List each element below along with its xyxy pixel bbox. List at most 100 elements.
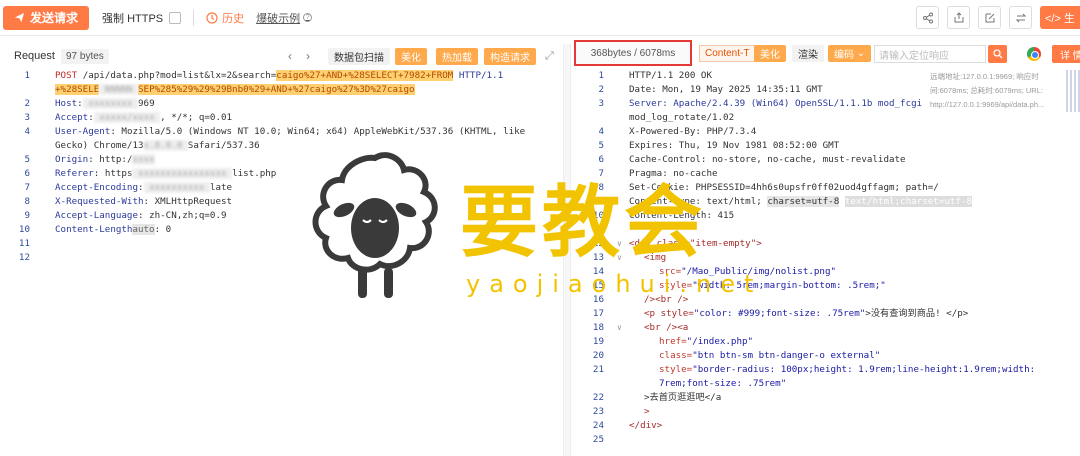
- build-request-button[interactable]: 构造请求: [484, 47, 536, 65]
- send-request-label: 发送请求: [30, 11, 79, 25]
- response-expires-line: Expires: Thu, 19 Nov 1981 08:52:00 GMT: [629, 140, 840, 151]
- watermark-subtitle: yaojiaohui.net: [466, 270, 763, 298]
- chevron-down-icon: ⌄: [854, 48, 866, 59]
- response-size-timing: 368bytes / 6078ms: [574, 40, 692, 66]
- search-icon[interactable]: [988, 45, 1007, 63]
- toolbar-right-icons: </> 生: [916, 6, 1080, 29]
- request-ua-wrap: Gecko) Chrome/13x.0.0.0 Safari/537.36: [55, 140, 260, 151]
- force-https-checkbox[interactable]: [169, 11, 182, 24]
- request-referer-line: Referer: https xxxxxxxxxxxxxxxx list.php: [55, 168, 277, 179]
- html-a-style: style="border-radius: 100px;height: 1.9r…: [659, 364, 1036, 375]
- response-panel-header: 368bytes / 6078ms Content-T 美化 渲染 编码 ⌄ 请…: [572, 40, 1080, 68]
- line-number: 4: [24, 126, 30, 137]
- fold-chevron-icon[interactable]: ∨: [617, 321, 622, 335]
- response-meta-line: 间:6078ms; 总耗时:6079ms; URL:: [930, 86, 1043, 95]
- response-status-line: HTTP/1.1 200 OK: [629, 70, 712, 81]
- html-a-href: href="/index.php": [659, 336, 754, 347]
- chevron-left-icon[interactable]: ‹: [288, 49, 292, 63]
- line-number: 18: [592, 322, 604, 333]
- request-beautify-button[interactable]: 美化: [395, 47, 427, 65]
- blast-example-link[interactable]: 爆破示例 ?: [256, 10, 313, 26]
- request-line-1-wrap: +%28SELE NNNNN SEP%285%29%29%29Bnb0%29+A…: [55, 84, 415, 95]
- line-number: 25: [592, 434, 604, 445]
- request-xrw-line: X-Requested-With: XMLHttpRequest: [55, 196, 233, 207]
- history-button[interactable]: 历史: [206, 10, 244, 26]
- response-meta-line: 远端地址:127.0.0.1:9969; 响应时: [930, 72, 1039, 81]
- line-number: 10: [18, 224, 30, 235]
- html-a-class: class="btn btn-sm btn-danger-o external": [659, 350, 881, 361]
- request-label: Request: [14, 50, 55, 62]
- minimap[interactable]: [1066, 70, 1080, 112]
- top-toolbar: 发送请求 强制 HTTPS 历史 爆破示例 ? </> 生: [0, 0, 1080, 36]
- chevron-right-icon[interactable]: ›: [306, 49, 310, 63]
- line-number: 17: [592, 308, 604, 319]
- line-number: 2: [598, 84, 604, 95]
- packet-scan-button[interactable]: 数据包扫描: [328, 47, 390, 65]
- force-https-toggle[interactable]: 强制 HTTPS: [102, 10, 182, 26]
- hot-load-button[interactable]: 热加载: [436, 47, 478, 65]
- line-number: 8: [24, 196, 30, 207]
- line-number: 24: [592, 420, 604, 431]
- detail-button[interactable]: 详 情: [1052, 45, 1080, 63]
- request-host-line: Host: xxxxxxxx 969: [55, 98, 155, 109]
- line-number: 22: [592, 392, 604, 403]
- line-number: 1: [598, 70, 604, 81]
- html-a-text: >去首页逛逛吧</a: [644, 392, 722, 403]
- response-meta-line: http://127.0.0.1:9969/api/data.ph...: [930, 100, 1045, 109]
- swap-icon[interactable]: [1009, 6, 1032, 29]
- share-icon[interactable]: [916, 6, 939, 29]
- line-number: 7: [24, 182, 30, 193]
- chrome-icon[interactable]: [1027, 47, 1041, 61]
- send-request-button[interactable]: 发送请求: [3, 5, 90, 30]
- response-search-input[interactable]: 请输入定位响应: [874, 45, 986, 63]
- line-number: 9: [24, 210, 30, 221]
- response-server-line: Server: Apache/2.4.39 (Win64) OpenSSL/1.…: [629, 98, 923, 109]
- request-bytes-badge: 97 bytes: [60, 48, 109, 64]
- line-number: 21: [592, 364, 604, 375]
- line-number: 11: [18, 238, 30, 249]
- request-line-1: POST /api/data.php?mod=list&lx=2&search=…: [55, 70, 504, 81]
- line-number: 3: [24, 112, 30, 123]
- request-accept-encoding-line: Accept-Encoding: xxxxxxxxxx late: [55, 182, 233, 193]
- line-number: 19: [592, 336, 604, 347]
- request-origin-line: Origin: http:/xxxx: [55, 154, 155, 165]
- line-number: 1: [24, 70, 30, 81]
- request-accept-line: Accept: xxxxx/xxxx , */*; q=0.01: [55, 112, 233, 123]
- content-type-tag: Content-T: [699, 45, 756, 62]
- line-number: 2: [24, 98, 30, 109]
- html-div-close: </div>: [629, 420, 663, 431]
- line-number: 6: [24, 168, 30, 179]
- line-number: 3: [598, 98, 604, 109]
- line-number: 12: [18, 252, 30, 263]
- request-ua-line: User-Agent: Mozilla/5.0 (Windows NT 10.0…: [55, 126, 526, 137]
- html-br-a-open: <br /><a: [644, 322, 689, 333]
- line-number: 20: [592, 350, 604, 361]
- help-icon[interactable]: ?: [303, 13, 313, 22]
- expand-icon[interactable]: ⤢: [545, 50, 554, 63]
- encoding-label: 编码: [834, 50, 854, 61]
- edit-icon[interactable]: [978, 6, 1001, 29]
- request-nav-arrows: ‹ ›: [288, 49, 310, 63]
- response-date-line: Date: Mon, 19 May 2025 14:35:11 GMT: [629, 84, 823, 95]
- export-icon[interactable]: [947, 6, 970, 29]
- response-beautify-button[interactable]: 美化: [754, 45, 786, 62]
- line-number: 5: [24, 154, 30, 165]
- html-p-line: <p style="color: #999;font-size: .75rem"…: [644, 308, 969, 319]
- line-number: 5: [598, 140, 604, 151]
- sqli-payload: caigo%27+AND+%28SELECT+7982+FROM: [276, 70, 454, 81]
- request-content-length-line: Content-Lengthauto: 0: [55, 224, 172, 235]
- html-a-close: >: [644, 406, 650, 417]
- force-https-label: 强制 HTTPS: [102, 12, 164, 25]
- render-button[interactable]: 渲染: [792, 45, 824, 62]
- watermark-title: 要教会: [460, 178, 707, 268]
- send-icon: [14, 12, 25, 23]
- dev-tools-button[interactable]: </> 生: [1040, 6, 1080, 29]
- response-server-wrap: mod_log_rotate/1.02: [629, 112, 735, 123]
- clock-icon: [206, 11, 218, 24]
- line-number: 23: [592, 406, 604, 417]
- toolbar-divider: [193, 9, 195, 26]
- request-accept-language-line: Accept-Language: zh-CN,zh;q=0.9: [55, 210, 227, 221]
- encoding-dropdown[interactable]: 编码 ⌄: [828, 45, 872, 62]
- request-panel-header: Request 97 bytes ‹ › 数据包扫描 美化 热加载 构造请求 ⤢: [0, 44, 560, 68]
- response-powered-by-line: X-Powered-By: PHP/7.3.4: [629, 126, 757, 137]
